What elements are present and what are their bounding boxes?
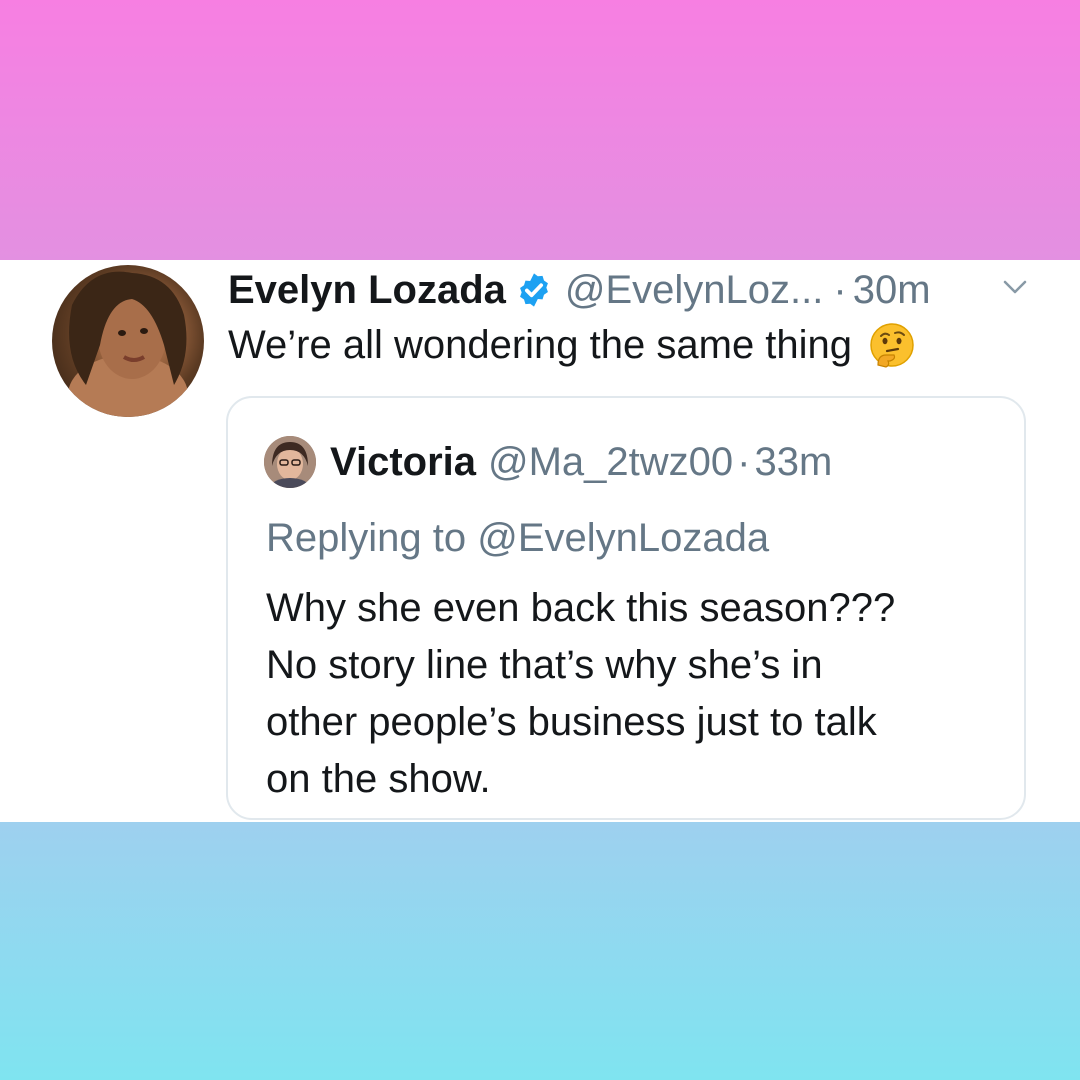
- author-name[interactable]: Evelyn Lozada: [228, 266, 506, 314]
- replying-to-mention[interactable]: @EvelynLozada: [477, 516, 769, 560]
- author-avatar[interactable]: [52, 265, 204, 417]
- bottom-gradient-band: [0, 822, 1080, 1080]
- quoted-tweet-text: Why she even back this season??? No stor…: [266, 580, 1006, 808]
- verified-badge-icon: [515, 271, 553, 309]
- quoted-author-avatar[interactable]: [264, 436, 316, 488]
- tweet-card[interactable]: Evelyn Lozada @EvelynLoz... · 30m We’re …: [0, 260, 1080, 822]
- quoted-text-line: other people’s business just to talk: [266, 700, 877, 744]
- quoted-tweet[interactable]: Victoria @Ma_2twz00 · 33m Replying to @E…: [226, 396, 1026, 820]
- tweet-text: We’re all wondering the same thing: [228, 320, 916, 370]
- quoted-author-handle[interactable]: @Ma_2twz00: [488, 438, 733, 486]
- header-separator: ·: [833, 268, 847, 312]
- replying-prefix: Replying to: [266, 516, 478, 560]
- quoted-text-line: on the show.: [266, 757, 491, 801]
- chevron-down-icon[interactable]: [1000, 272, 1030, 302]
- top-gradient-band: [0, 0, 1080, 260]
- tweet-timestamp[interactable]: 30m: [853, 266, 931, 314]
- quoted-separator: ·: [737, 440, 751, 484]
- quoted-text-line: Why she even back this season???: [266, 586, 896, 630]
- tweet-body: We’re all wondering the same thing: [228, 323, 853, 367]
- quoted-timestamp[interactable]: 33m: [754, 438, 832, 486]
- quoted-header: Victoria @Ma_2twz00 · 33m: [330, 438, 832, 486]
- thinking-face-emoji-icon: [868, 321, 916, 369]
- quoted-author-name[interactable]: Victoria: [330, 438, 476, 486]
- author-handle[interactable]: @EvelynLoz...: [565, 266, 824, 314]
- tweet-header: Evelyn Lozada @EvelynLoz... · 30m: [228, 266, 931, 314]
- quoted-text-line: No story line that’s why she’s in: [266, 643, 823, 687]
- replying-to-line: Replying to @EvelynLozada: [266, 514, 769, 562]
